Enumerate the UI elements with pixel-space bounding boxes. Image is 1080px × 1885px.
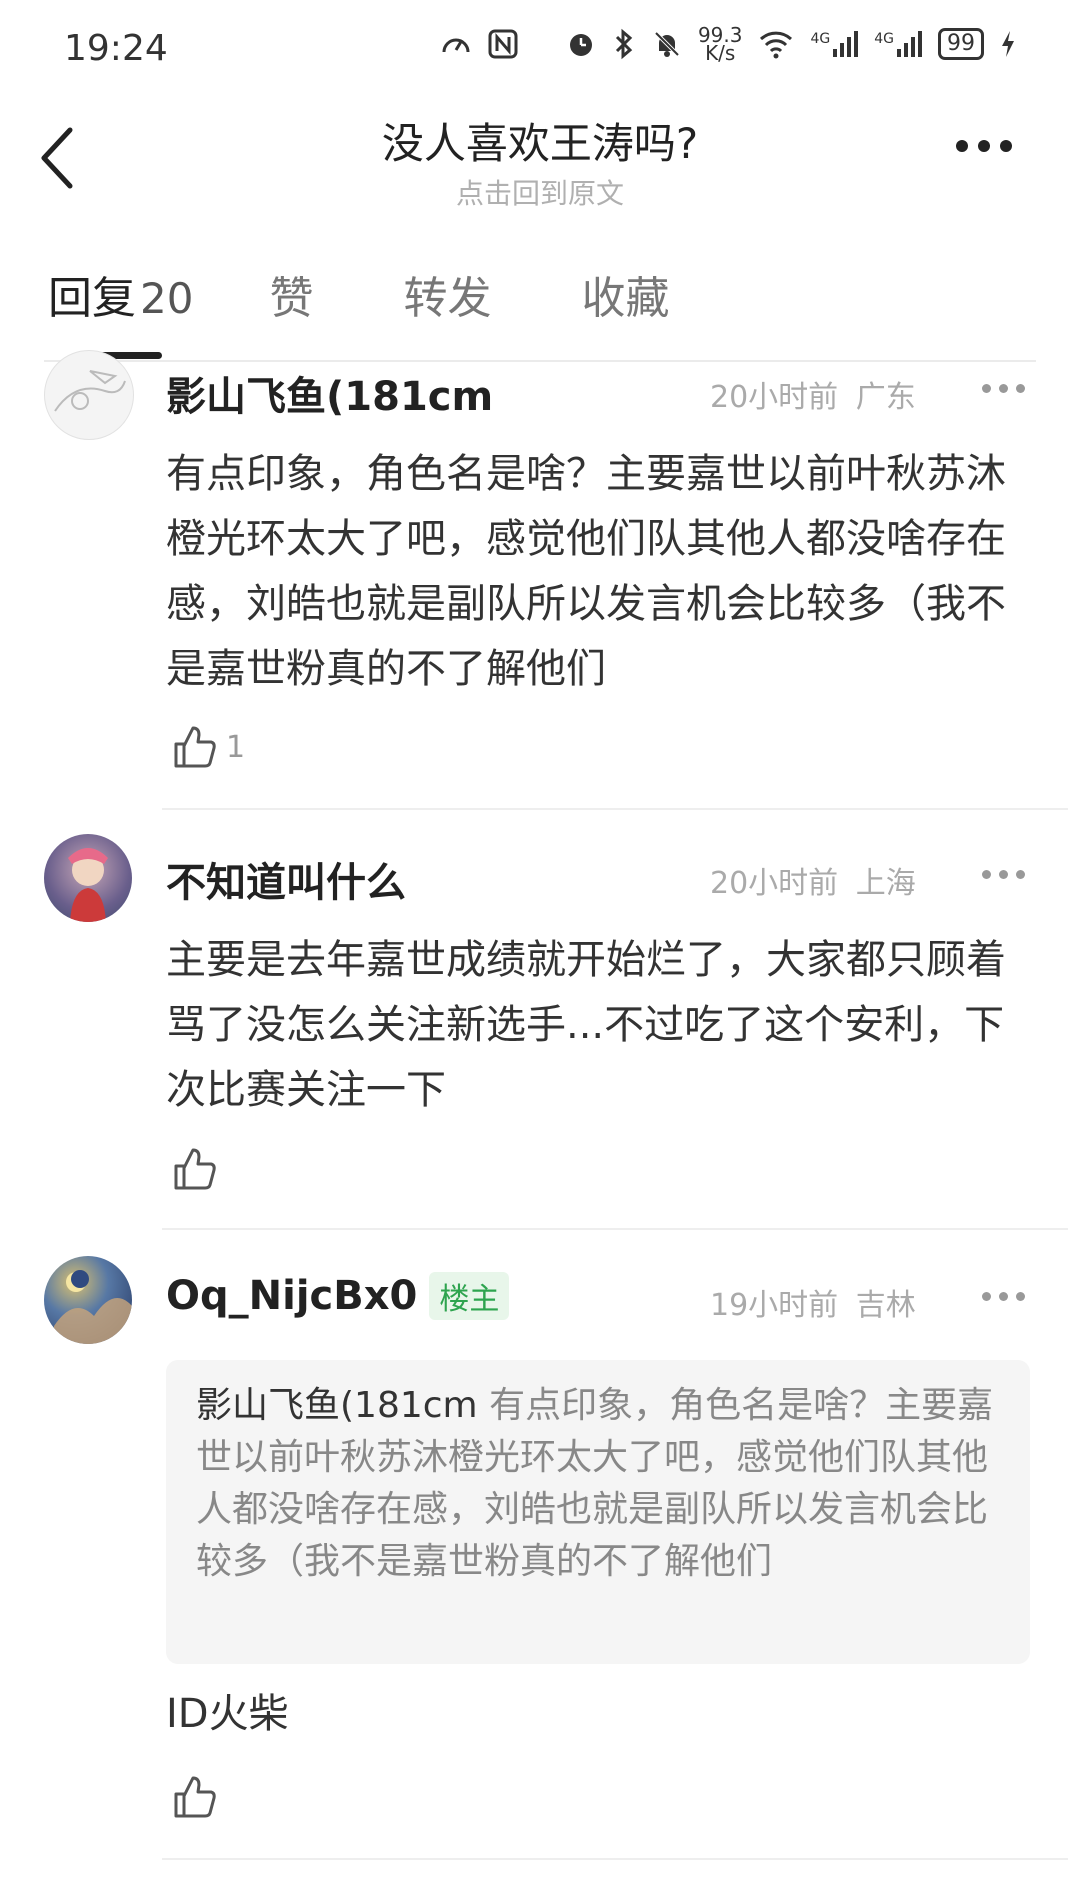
signal-icon-2: 4G [874,31,922,57]
tab-favorites[interactable]: 收藏 [581,262,669,326]
like-button[interactable] [172,1774,218,1820]
comment-meta: 20小时前 广东 [710,372,916,416]
quoted-comment-text: 影山飞鱼(181cm 有点印象，角色名是啥？主要嘉世以前叶秋苏沐橙光环太大了吧，… [196,1380,1006,1588]
tab-replies[interactable]: 回复20 [48,262,193,326]
tab-bar: 回复20 赞 转发 收藏 [48,262,669,326]
tab-reposts[interactable]: 转发 [403,262,491,326]
status-icons: 99.3 K/s 4G 4G 99 [440,23,1016,65]
username[interactable]: 影山飞鱼(181cm [166,364,493,422]
network-speed: 99.3 K/s [697,23,743,65]
wifi-icon [760,31,793,59]
like-button[interactable] [172,1146,218,1192]
thumbs-up-icon [174,1776,216,1818]
speedometer-icon [442,38,470,53]
comment-divider [162,808,1068,810]
comment-text: 有点印象，角色名是啥？主要嘉世以前叶秋苏沐橙光环太大了吧，感觉他们队其他人都没啥… [166,451,1006,692]
nfc-icon [488,29,518,59]
alarm-icon [569,34,592,56]
comment-more-button[interactable] [982,384,1025,393]
comment-location: 上海 [855,866,916,901]
like-button[interactable]: 1 [172,724,245,770]
page-title[interactable]: 没人喜欢王涛吗? [0,110,1080,171]
op-badge: 楼主 [429,1272,510,1320]
avatar[interactable] [44,1256,132,1344]
back-to-original-link[interactable]: 点击回到原文 [0,172,1080,212]
comment-meta: 19小时前 吉林 [710,1280,916,1324]
bluetooth-icon [615,28,633,60]
comment-divider [162,1228,1068,1230]
like-count: 1 [226,729,246,765]
thumbs-up-icon [174,1148,216,1190]
tab-divider [44,360,1036,362]
comment-text: 主要是去年嘉世成绩就开始烂了，大家都只顾着骂了没怎么关注新选手...不过吃了这个… [166,937,1006,1113]
comment-time: 20小时前 [710,380,839,415]
more-options-button[interactable] [956,140,1012,152]
charging-icon [1002,31,1014,57]
status-time: 19:24 [64,28,168,69]
comment-time: 20小时前 [710,866,839,901]
username[interactable]: Oq_NijcBx0 [166,1273,417,1319]
tab-likes[interactable]: 赞 [269,262,313,326]
comment-more-button[interactable] [982,870,1025,879]
comment-divider [162,1858,1068,1860]
op-username-row: Oq_NijcBx0 楼主 [166,1272,510,1320]
comment-text: ID火柴 [166,1691,289,1737]
thumbs-up-icon [174,726,216,768]
quoted-username: 影山飞鱼(181cm [196,1385,478,1426]
comment-time: 19小时前 [710,1288,839,1323]
comment-more-button[interactable] [982,1292,1025,1301]
avatar[interactable] [44,350,134,440]
comment-location: 广东 [855,380,916,415]
username[interactable]: 不知道叫什么 [166,850,406,908]
avatar[interactable] [44,834,132,922]
comment-location: 吉林 [855,1288,916,1323]
comment-meta: 20小时前 上海 [710,858,916,902]
signal-icon: 4G [810,31,859,57]
battery-icon: 99 [938,28,984,60]
mute-bell-icon [654,31,680,57]
